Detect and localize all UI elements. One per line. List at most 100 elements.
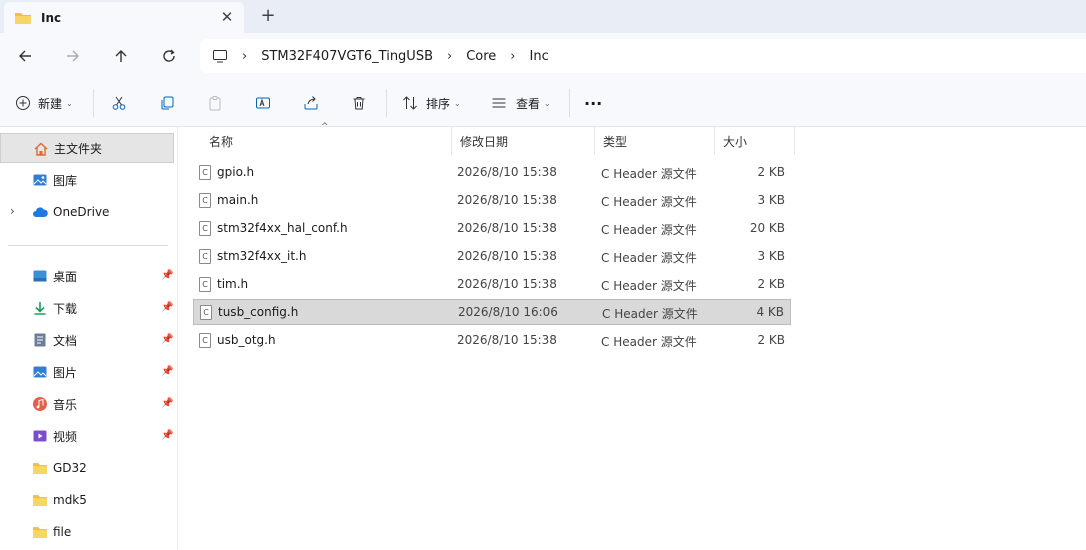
paste-button[interactable] [207,91,223,115]
c-header-file-icon: C [199,249,211,264]
sidebar-item-videos[interactable]: 视频 📌 [0,421,174,451]
pin-icon[interactable]: 📌 [161,302,173,313]
cloud-icon [33,207,48,217]
file-type: C Header 源文件 [601,335,697,349]
sidebar-item-label: 图库 [53,173,78,188]
divider [569,89,570,117]
file-row-selected[interactable]: C tusb_config.h 2026/8/10 16:06 C Header… [193,299,791,325]
more-options-button[interactable]: ··· [584,91,602,115]
computer-icon [213,50,227,63]
refresh-icon [163,49,175,62]
sidebar-item-label: 音乐 [53,397,78,412]
new-button[interactable]: 新建 ⌄ [15,91,73,115]
arrow-left-icon [19,50,31,62]
tab-inc[interactable]: Inc ✕ [4,2,244,33]
back-button[interactable] [13,44,37,68]
file-type: C Header 源文件 [601,223,697,237]
sidebar-item-onedrive[interactable]: › OneDrive [0,197,174,227]
file-date: 2026/8/10 15:38 [457,277,557,291]
cut-button[interactable] [111,91,127,115]
new-label: 新建 [38,96,63,111]
divider [8,245,168,246]
share-button[interactable] [303,91,319,115]
close-tab-button[interactable]: ✕ [218,8,236,26]
sidebar-item-music[interactable]: 音乐 📌 [0,389,174,419]
document-icon [34,333,46,347]
sidebar-item-label: 主文件夹 [54,141,103,156]
view-button[interactable]: 查看 ⌄ [491,91,551,115]
file-row[interactable]: C usb_otg.h 2026/8/10 15:38 C Header 源文件… [193,328,791,354]
breadcrumb-item[interactable]: Core [466,49,496,64]
sort-label: 排序 [426,96,451,111]
breadcrumb-item[interactable]: Inc [530,49,549,64]
trash-icon [353,97,365,110]
refresh-button[interactable] [157,44,181,68]
sidebar-item-label: 下载 [53,301,78,316]
pin-icon[interactable]: 📌 [161,430,173,441]
folder-icon [33,463,47,474]
sidebar-item-downloads[interactable]: 下载 📌 [0,293,174,323]
pin-icon[interactable]: 📌 [161,270,173,281]
sidebar-item-gallery[interactable]: 图库 [0,165,174,195]
file-row[interactable]: C gpio.h 2026/8/10 15:38 C Header 源文件 2 … [193,160,791,186]
file-size: 20 KB [749,221,785,235]
chevron-right-icon[interactable]: › [10,204,15,218]
desktop-icon [33,270,47,282]
c-header-file-icon: C [199,165,211,180]
rename-icon [256,97,270,109]
file-row[interactable]: C stm32f4xx_hal_conf.h 2026/8/10 15:38 C… [193,216,791,242]
command-bar: 新建 ⌄ 排序 ⌄ 查看 ⌄ ··· [0,79,1086,127]
copy-button[interactable] [159,91,175,115]
download-icon [34,302,46,315]
column-header-size[interactable]: 大小 [715,127,795,155]
pin-icon[interactable]: 📌 [161,334,173,345]
chevron-down-icon: ⌄ [66,98,73,108]
sidebar-item-file[interactable]: file [0,517,174,547]
file-size: 2 KB [757,165,785,179]
sidebar-item-home[interactable]: 主文件夹 [0,133,174,163]
up-button[interactable] [109,44,133,68]
file-type: C Header 源文件 [601,251,697,265]
column-header-type[interactable]: 类型 [595,127,715,155]
chevron-right-icon: › [510,48,516,64]
file-name: stm32f4xx_hal_conf.h [217,221,348,235]
forward-button[interactable] [61,44,85,68]
file-row[interactable]: C tim.h 2026/8/10 15:38 C Header 源文件 2 K… [193,272,791,298]
file-row[interactable]: C stm32f4xx_it.h 2026/8/10 15:38 C Heade… [193,244,791,270]
file-size: 3 KB [757,249,785,263]
delete-button[interactable] [351,91,367,115]
chevron-down-icon: ⌄ [544,98,551,108]
new-tab-button[interactable]: + [258,6,278,26]
navigation-bar: › STM32F407VGT6_TingUSB › Core › Inc [0,33,1086,79]
breadcrumb-item[interactable]: STM32F407VGT6_TingUSB [261,49,433,64]
sidebar-item-gd32[interactable]: GD32 [0,453,174,483]
sidebar-item-label: 文档 [53,333,78,348]
sort-button[interactable]: 排序 ⌄ [402,91,461,115]
pin-icon[interactable]: 📌 [161,366,173,377]
c-header-file-icon: C [199,333,211,348]
column-header-name[interactable]: 名称 [201,127,452,155]
file-name: tim.h [217,277,249,291]
file-size: 4 KB [756,305,784,319]
sidebar-item-mdk5[interactable]: mdk5 [0,485,174,515]
sidebar-item-label: OneDrive [53,205,110,219]
sidebar-item-documents[interactable]: 文档 📌 [0,325,174,355]
file-date: 2026/8/10 15:38 [457,193,557,207]
file-row[interactable]: C main.h 2026/8/10 15:38 C Header 源文件 3 … [193,188,791,214]
c-header-file-icon: C [200,305,212,320]
file-size: 2 KB [757,277,785,291]
home-icon [34,142,48,156]
file-date: 2026/8/10 15:38 [457,333,557,347]
divider [386,89,387,117]
sidebar-item-desktop[interactable]: 桌面 📌 [0,261,174,291]
file-name: stm32f4xx_it.h [217,249,307,263]
column-header-date[interactable]: 修改日期 [452,127,595,155]
file-name: gpio.h [217,165,255,179]
sidebar-item-label: GD32 [53,461,87,475]
address-bar[interactable]: › STM32F407VGT6_TingUSB › Core › Inc [200,39,1086,73]
file-type: C Header 源文件 [601,195,697,209]
rename-button[interactable] [255,91,271,115]
sidebar-item-pictures[interactable]: 图片 📌 [0,357,174,387]
pin-icon[interactable]: 📌 [161,398,173,409]
sidebar-item-label: file [53,525,72,539]
